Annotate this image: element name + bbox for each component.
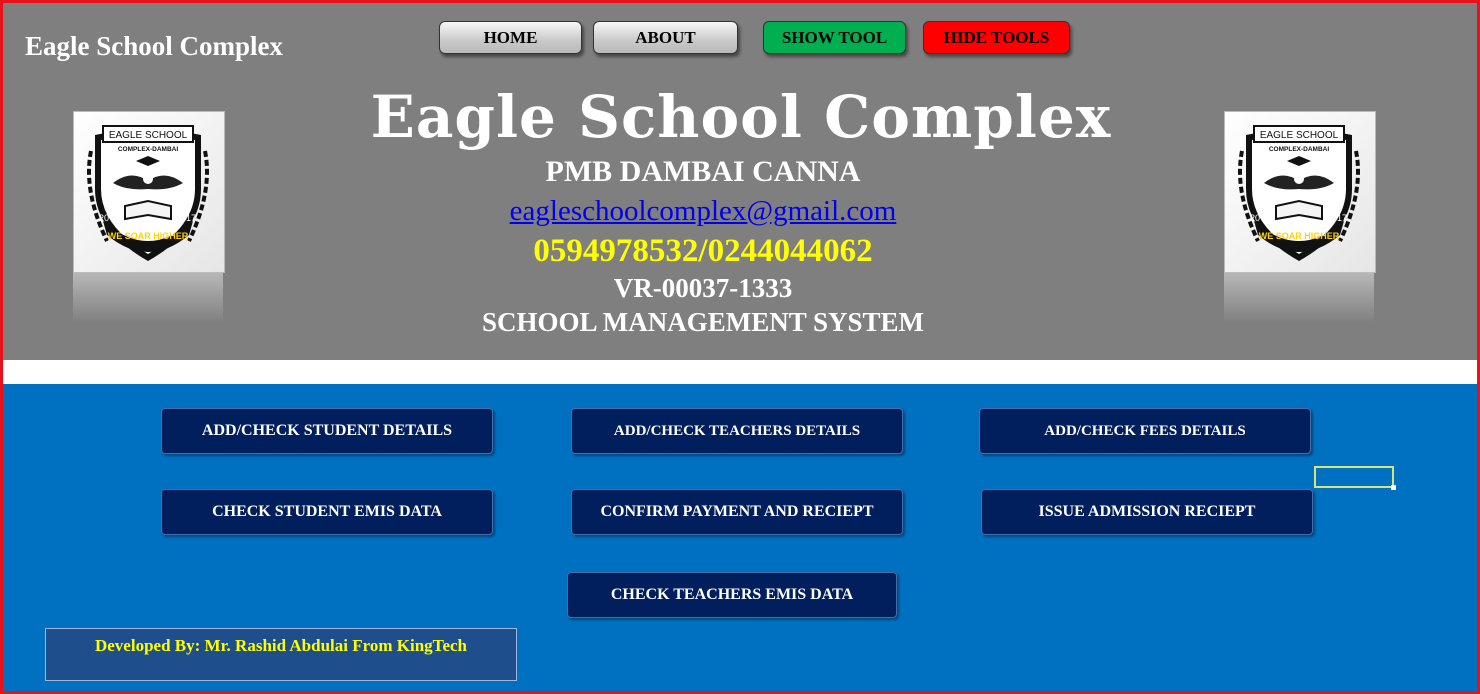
app-window: Eagle School Complex HOME ABOUT SHOW TOO… (0, 0, 1480, 694)
add-teachers-details-button[interactable]: ADD/CHECK TEACHERS DETAILS (571, 408, 903, 454)
check-teachers-emis-button[interactable]: CHECK TEACHERS EMIS DATA (567, 572, 897, 618)
developer-credit-box: Developed By: Mr. Rashid Abdulai From Ki… (45, 628, 517, 681)
registration-number: VR-00037-1333 (613, 273, 793, 303)
system-subtitle: SCHOOL MANAGEMENT SYSTEM (481, 307, 925, 337)
issue-admission-receipt-button[interactable]: ISSUE ADMISSION RECIEPT (981, 489, 1313, 535)
school-title: Eagle School Complex (370, 83, 1112, 151)
school-email-link[interactable]: eagleschoolcomplex@gmail.com (3, 195, 1403, 228)
header-panel: Eagle School Complex HOME ABOUT SHOW TOO… (3, 3, 1477, 360)
selected-cell[interactable] (1314, 466, 1394, 488)
confirm-payment-button[interactable]: CONFIRM PAYMENT AND RECIEPT (571, 489, 903, 535)
home-button[interactable]: HOME (439, 21, 582, 54)
school-phones: 0594978532/0244044062 (533, 233, 873, 269)
school-address: PMB DAMBAI CANNA (545, 155, 861, 188)
developer-credit: Developed By: Mr. Rashid Abdulai From Ki… (94, 636, 467, 655)
check-student-emis-button[interactable]: CHECK STUDENT EMIS DATA (161, 489, 493, 535)
about-button[interactable]: ABOUT (593, 21, 738, 54)
separator-band (3, 360, 1477, 384)
show-tool-button[interactable]: SHOW TOOL (763, 21, 906, 54)
add-fees-details-button[interactable]: ADD/CHECK FEES DETAILS (979, 408, 1311, 454)
corner-title: Eagle School Complex (25, 31, 284, 61)
fill-handle[interactable] (1391, 485, 1396, 490)
add-student-details-button[interactable]: ADD/CHECK STUDENT DETAILS (161, 408, 493, 454)
hide-tools-button[interactable]: HIDE TOOLS (923, 21, 1070, 54)
